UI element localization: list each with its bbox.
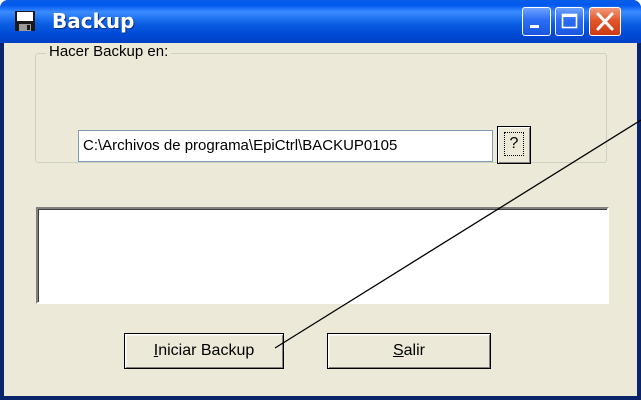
exit-button[interactable]: Salir [327, 333, 491, 369]
browse-button-label: ? [503, 132, 525, 156]
title-bar[interactable]: Backup [0, 0, 641, 43]
start-backup-button[interactable]: Iniciar Backup [124, 333, 284, 369]
minimize-icon [530, 25, 539, 28]
start-backup-label: niciar Backup [158, 342, 255, 359]
floppy-disk-icon [15, 11, 35, 31]
backup-path-field[interactable]: C:\Archivos de programa\EpiCtrl\BACKUP01… [78, 130, 493, 162]
maximize-button[interactable] [555, 7, 584, 36]
window-title: Backup [52, 9, 135, 33]
maximize-icon [561, 13, 578, 29]
browse-button[interactable]: ? [497, 126, 531, 164]
close-button[interactable] [589, 7, 621, 36]
status-log-area [36, 207, 609, 304]
exit-label: alir [403, 342, 425, 359]
group-label: Hacer Backup en: [46, 43, 172, 60]
close-icon [596, 12, 614, 31]
exit-mnemonic: S [392, 342, 404, 359]
minimize-button[interactable] [522, 7, 551, 36]
